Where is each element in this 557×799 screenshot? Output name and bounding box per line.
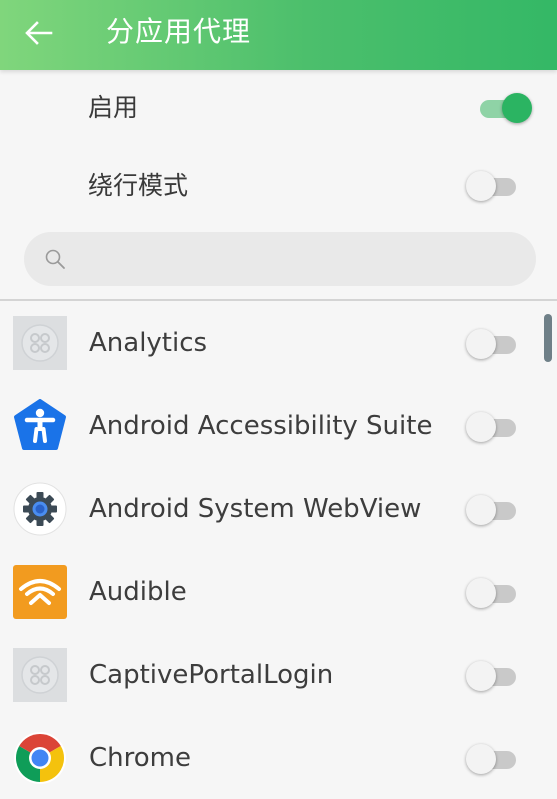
enable-label: 启用 <box>88 93 139 122</box>
app-row-android-accessibility-suite[interactable]: Android Accessibility Suite <box>0 385 557 468</box>
app-name: Analytics <box>89 328 208 358</box>
webview-gear-icon <box>13 482 67 536</box>
bypass-mode-setting-row[interactable]: 绕行模式 <box>0 148 557 224</box>
enable-toggle[interactable] <box>476 90 532 126</box>
app-proxy-toggle[interactable] <box>466 326 522 362</box>
app-proxy-toggle[interactable] <box>466 658 522 694</box>
app-row-android-system-webview[interactable]: Android System WebView <box>0 468 557 551</box>
toggle-thumb <box>466 578 496 608</box>
toggle-thumb <box>466 495 496 525</box>
per-app-proxy-screen: 分应用代理 启用 绕行模式 Analytics Android Accessib… <box>0 0 557 799</box>
app-row-chrome[interactable]: Chrome <box>0 717 557 799</box>
toggle-thumb <box>502 93 532 123</box>
search-input[interactable] <box>80 236 524 284</box>
placeholder-app-icon <box>13 648 67 702</box>
app-name: CaptivePortalLogin <box>89 660 334 690</box>
app-list[interactable]: Analytics Android Accessibility Suite An… <box>0 302 557 799</box>
app-name: Android Accessibility Suite <box>89 411 433 441</box>
app-row-audible[interactable]: Audible <box>0 551 557 634</box>
page-title: 分应用代理 <box>106 15 252 48</box>
search-icon <box>45 249 65 269</box>
back-arrow-icon <box>25 21 53 45</box>
bypass-mode-label: 绕行模式 <box>88 171 189 200</box>
audible-icon <box>13 565 67 619</box>
app-name: Android System WebView <box>89 494 422 524</box>
accessibility-icon <box>14 399 66 450</box>
placeholder-app-icon <box>13 316 67 370</box>
chrome-icon <box>14 732 66 784</box>
back-button[interactable] <box>18 12 60 54</box>
app-proxy-toggle[interactable] <box>466 741 522 777</box>
divider <box>0 299 557 301</box>
toggle-thumb <box>466 744 496 774</box>
app-proxy-toggle[interactable] <box>466 409 522 445</box>
toggle-thumb <box>466 171 496 201</box>
app-bar: 分应用代理 <box>0 0 557 70</box>
toggle-thumb <box>466 661 496 691</box>
bypass-mode-toggle[interactable] <box>466 168 522 204</box>
app-row-analytics[interactable]: Analytics <box>0 302 557 385</box>
app-name: Audible <box>89 577 187 607</box>
app-proxy-toggle[interactable] <box>466 575 522 611</box>
app-proxy-toggle[interactable] <box>466 492 522 528</box>
enable-setting-row[interactable]: 启用 <box>0 70 557 146</box>
list-scrollbar[interactable] <box>544 314 552 362</box>
toggle-thumb <box>466 329 496 359</box>
app-row-captiveportallogin[interactable]: CaptivePortalLogin <box>0 634 557 717</box>
app-name: Chrome <box>89 743 191 773</box>
toggle-thumb <box>466 412 496 442</box>
